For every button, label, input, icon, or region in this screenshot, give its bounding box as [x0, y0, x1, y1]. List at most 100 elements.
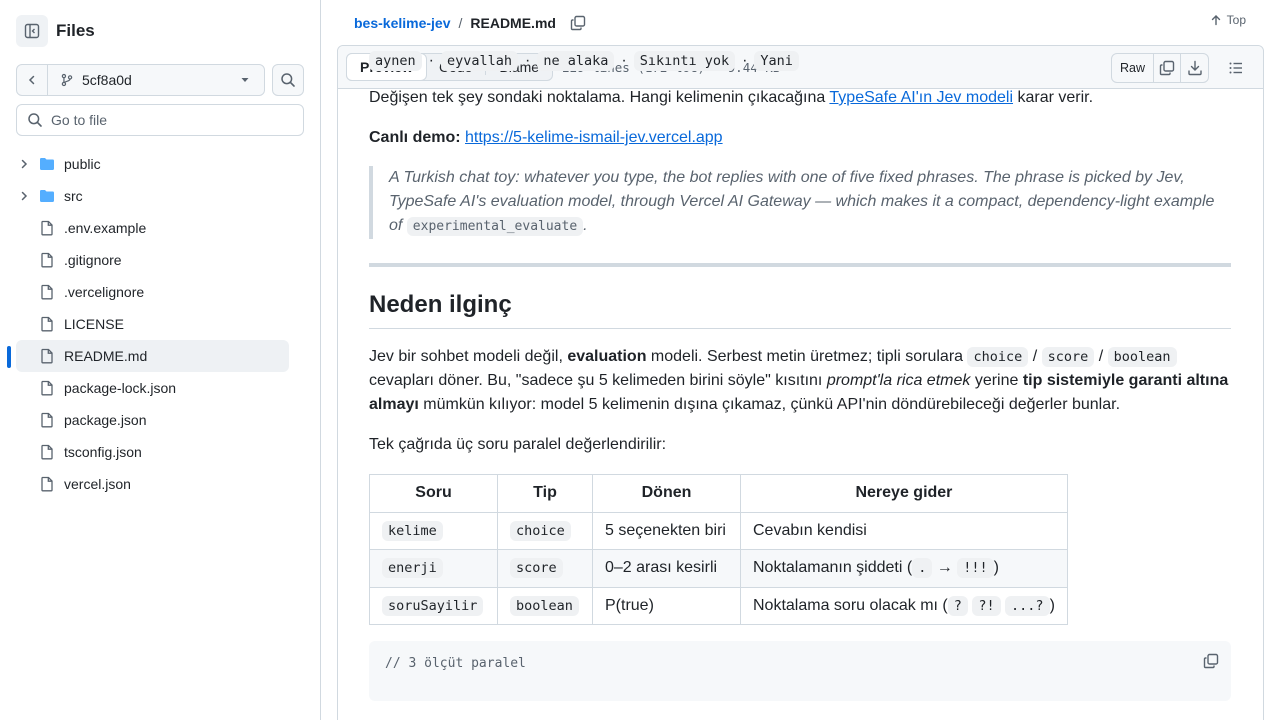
sidebar-item-public[interactable]: public — [16, 148, 289, 180]
file-icon — [41, 252, 53, 268]
sidebar-item-env-example[interactable]: .env.example — [16, 212, 289, 244]
phrase-separator: · — [525, 52, 531, 69]
sidebar-item-package-lock-json[interactable]: package-lock.json — [16, 372, 289, 404]
italic-text: prompt'la rica etmek — [826, 372, 971, 389]
inline-code: ?! — [972, 595, 1001, 616]
table-cell: P(true) — [592, 586, 741, 625]
copy-path-button[interactable] — [566, 11, 590, 35]
code-line: // 3 ölçüt paralel — [385, 656, 526, 671]
tree-icon — [39, 412, 55, 428]
demo-link[interactable]: https://5-kelime-ismail-jev.vercel.app — [465, 129, 723, 146]
phrase-code: ne alaka — [537, 51, 615, 71]
table-cell: score — [497, 549, 593, 588]
table-row: enerji score 0–2 arası kesirli Noktalama… — [369, 549, 1068, 588]
collapse-sidebar-button[interactable] — [16, 15, 48, 47]
text: ) — [1049, 596, 1055, 614]
search-button[interactable] — [272, 64, 304, 96]
demo-label: Canlı demo: — [369, 129, 461, 146]
breadcrumb-repo-link[interactable]: bes-kelime-jev — [354, 15, 451, 31]
table-cell: Noktalama soru olacak mı (? ?! ...?) — [740, 586, 1068, 625]
copy-icon — [1203, 653, 1219, 669]
active-indicator — [7, 346, 11, 368]
go-to-file-input[interactable] — [51, 112, 291, 128]
text: Noktalamanın şiddeti ( — [753, 559, 913, 577]
sidebar-item-src[interactable]: src — [16, 180, 289, 212]
tree-icon — [39, 444, 55, 460]
file-icon — [41, 476, 53, 492]
raw-button[interactable]: Raw — [1112, 54, 1154, 82]
folder-icon — [40, 158, 54, 170]
back-button[interactable] — [17, 65, 48, 95]
copy-code-button[interactable] — [1203, 653, 1219, 677]
back-to-top-link[interactable]: Top — [1210, 13, 1246, 27]
phrase-code: aynen — [369, 51, 422, 71]
inline-code: boolean — [1107, 347, 1177, 367]
tree-icon — [39, 156, 55, 172]
chevron-right-icon — [21, 191, 28, 201]
breadcrumb-separator: / — [458, 14, 463, 31]
inline-code: choice — [510, 520, 571, 541]
git-branch-icon — [61, 73, 73, 87]
bold-text: evaluation — [567, 348, 647, 365]
main-content: bes-kelime-jev / README.md Top Preview C… — [337, 0, 1264, 720]
sidebar-item-readme-md[interactable]: README.md — [7, 340, 289, 372]
sidebar-item-tsconfig-json[interactable]: tsconfig.json — [16, 436, 289, 468]
table-header-row: Soru Tip Dönen Nereye gider — [369, 474, 1068, 513]
table-cell: choice — [497, 511, 593, 550]
go-to-file-field[interactable] — [16, 104, 304, 136]
text: / — [1028, 348, 1042, 365]
search-icon — [28, 113, 42, 127]
file-icon — [41, 284, 53, 300]
tree-icon — [39, 188, 55, 204]
inline-code: experimental_evaluate — [406, 217, 584, 236]
sidebar-item-label: README.md — [64, 348, 148, 364]
readme-paragraph-4: Tek çağrıda üç soru paralel değerlendiri… — [369, 436, 667, 453]
sidebar-header: Files — [16, 15, 95, 47]
file-icon — [41, 412, 53, 428]
file-sidebar: Files 5cf8a0d public src .env.example .giti… — [0, 0, 321, 720]
text: → — [932, 559, 958, 577]
table-cell: kelime — [369, 511, 498, 550]
table-header: Dönen — [592, 474, 741, 513]
phrase-code: Yani — [754, 51, 799, 71]
text: Değişen tek şey sondaki noktalama. Hangi… — [369, 89, 830, 106]
top-link-label: Top — [1226, 13, 1246, 27]
sidebar-item-label: tsconfig.json — [64, 444, 142, 460]
file-actions: Raw — [1110, 53, 1251, 83]
sidebar-item-package-json[interactable]: package.json — [16, 404, 289, 436]
tree-icon — [39, 252, 55, 268]
sidebar-item-vercelignore[interactable]: .vercelignore — [16, 276, 289, 308]
branch-select[interactable]: 5cf8a0d — [48, 65, 264, 95]
sidebar-item-label: package.json — [64, 412, 147, 428]
sidebar-item-vercel-json[interactable]: vercel.json — [16, 468, 289, 500]
arrow-up-icon — [1211, 15, 1220, 26]
tree-icon — [39, 284, 55, 300]
branch-row: 5cf8a0d — [16, 64, 304, 96]
sidebar-title: Files — [56, 21, 95, 40]
search-icon — [281, 73, 295, 87]
tree-icon — [39, 220, 55, 236]
outline-button[interactable] — [1221, 53, 1251, 83]
tree-icon — [39, 348, 55, 364]
table-header: Soru — [369, 474, 498, 513]
copy-raw-button[interactable] — [1154, 54, 1181, 82]
section-heading: Neden ilginç — [369, 288, 1231, 329]
download-icon — [1187, 60, 1202, 76]
folder-icon — [40, 190, 54, 202]
evaluation-table: Soru Tip Dönen Nereye gider kelime choic… — [369, 474, 1068, 625]
phrase-list: aynen · eyvallah · ne alaka · Sıkıntı yok · Yani — [369, 49, 799, 73]
expander[interactable] — [16, 190, 32, 202]
sidebar-item-gitignore[interactable]: .gitignore — [16, 244, 289, 276]
file-icon — [41, 444, 53, 460]
sidebar-collapse-icon — [24, 23, 40, 39]
copy-icon — [570, 15, 586, 30]
inline-code: enerji — [382, 558, 443, 579]
table-cell: soruSayilir — [369, 586, 498, 625]
text: ) — [993, 559, 999, 577]
sidebar-item-label: package-lock.json — [64, 380, 177, 396]
sidebar-item-label: vercel.json — [64, 476, 131, 492]
jev-model-link[interactable]: TypeSafe AI'ın Jev modeli — [829, 89, 1013, 106]
download-button[interactable] — [1181, 54, 1208, 82]
expander[interactable] — [16, 158, 32, 170]
sidebar-item-license[interactable]: LICENSE — [16, 308, 289, 340]
